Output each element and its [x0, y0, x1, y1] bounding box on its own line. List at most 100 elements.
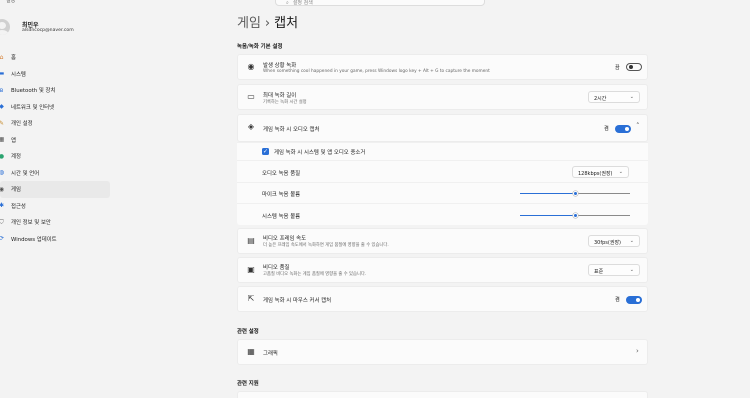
sidebar-item-apps[interactable]: ▦ 앱: [0, 132, 110, 149]
setting-title: 비디오 품질: [263, 265, 290, 271]
setting-title: 그래픽: [263, 351, 278, 357]
setting-frame-rate: ▤ 비디오 프레임 속도 더 높은 프레임 속도에서 녹화하면 게임 품질에 영…: [237, 228, 648, 254]
sidebar-item-privacy[interactable]: ⛉ 개인 정보 및 보안: [0, 214, 110, 231]
setting-title: 비디오 프레임 속도: [263, 236, 307, 242]
cursor-icon: ⇱: [247, 294, 255, 303]
frame-rate-select[interactable]: 30fps(권장) ⌄: [588, 235, 640, 247]
breadcrumb-separator: ›: [264, 16, 271, 31]
sidebar-item-label: 시스템: [11, 71, 26, 78]
sidebar-item-network[interactable]: ◆ 네트워크 및 인터넷: [0, 99, 110, 116]
gamepad-icon: ◉: [0, 185, 5, 193]
chevron-right-icon: ›: [636, 347, 639, 355]
select-value: 30fps(권장): [594, 240, 622, 246]
setting-desc: 더 높은 프레임 속도에서 녹화하면 게임 품질에 영향을 줄 수 있습니다.: [263, 243, 389, 248]
slider-thumb[interactable]: [572, 212, 578, 218]
sidebar-item-system[interactable]: ▬ 시스템: [0, 66, 110, 83]
breadcrumb-current: 캡처: [274, 16, 299, 31]
video-quality-select[interactable]: 표준 ⌄: [588, 264, 640, 276]
select-value: 128kbps(권장): [578, 171, 613, 177]
setting-audio-capture: ◈ 게임 녹화 시 오디오 캡처 켬 ˄: [237, 114, 648, 142]
apps-icon: ▦: [0, 136, 5, 144]
sidebar-item-time-language[interactable]: ◍ 시간 및 언어: [0, 165, 110, 182]
setting-desc: 기록하는 녹화 시간 설정: [263, 99, 307, 105]
mic-volume-slider[interactable]: [520, 189, 630, 197]
search-input[interactable]: ⌕ 설정 검색: [275, 0, 485, 6]
slider-fill: [520, 214, 575, 216]
page-title: 게임 › 캡처: [237, 12, 298, 31]
setting-title: 오디오 녹음 품질: [262, 171, 301, 177]
setting-title: 마이크 녹음 볼륨: [262, 192, 301, 198]
setting-title: 게임 녹화 시 마우스 커서 캡처: [263, 298, 332, 304]
video-quality-icon: ▣: [247, 265, 255, 274]
film-icon: ▤: [247, 236, 255, 245]
mouse-cursor-toggle[interactable]: [626, 295, 642, 304]
sidebar-item-label: 홈: [11, 55, 16, 62]
setting-audio-quality: 오디오 녹음 품질 128kbps(권장) ⌄: [237, 160, 648, 182]
sidebar-item-accessibility[interactable]: ✱ 접근성: [0, 198, 110, 215]
bluetooth-icon: ʙ: [0, 86, 4, 94]
setting-background-record: ◉ 발생 상황 녹화 When something cool happened …: [237, 54, 648, 80]
sidebar-item-home[interactable]: ⌂ 홈: [0, 49, 110, 66]
section-title-related-support: 관련 지원: [237, 381, 259, 387]
accessibility-icon: ✱: [0, 202, 5, 210]
section-title-related-settings: 관련 설정: [237, 329, 259, 335]
chevron-down-icon: ⌄: [629, 94, 634, 100]
brush-icon: ✎: [0, 119, 5, 127]
sidebar-item-accounts[interactable]: ● 계정: [0, 148, 110, 165]
setting-graphics-link[interactable]: ▦ 그래픽 ›: [237, 339, 648, 365]
search-icon: ⌕: [286, 0, 289, 6]
background-record-toggle[interactable]: [626, 63, 642, 71]
search-placeholder: 설정 검색: [292, 0, 313, 6]
setting-title: 시스템 녹음 볼륨: [262, 214, 301, 220]
select-value: 2시간: [594, 96, 607, 102]
wifi-icon: ◆: [0, 103, 4, 111]
sidebar-item-label: 네트워크 및 인터넷: [11, 104, 55, 111]
related-support-card[interactable]: [237, 391, 648, 398]
audio-quality-select[interactable]: 128kbps(권장) ⌄: [572, 166, 629, 178]
chevron-down-icon: ⌄: [618, 169, 623, 175]
setting-title: 발생 상황 녹화: [263, 63, 297, 69]
capture-system-audio-checkbox[interactable]: ✓: [262, 148, 269, 155]
monitor-icon: ▬: [0, 70, 5, 78]
sidebar-item-label: Windows 업데이트: [11, 236, 57, 243]
setting-desc: When something cool happened in your gam…: [263, 69, 490, 74]
select-value: 표준: [594, 269, 604, 275]
sidebar-nav: ⌂ 홈 ▬ 시스템 ʙ Bluetooth 및 장치 ◆ 네트워크 및 인터넷 ✎ 개인 …: [0, 49, 110, 247]
chevron-up-icon[interactable]: ˄: [636, 122, 640, 130]
sidebar-item-label: 시간 및 언어: [11, 170, 40, 177]
record-icon: ◉: [247, 62, 255, 71]
setting-mouse-cursor: ⇱ 게임 녹화 시 마우스 커서 캡처 켬: [237, 286, 648, 312]
profile-email: alsdncocp@naver.com: [22, 28, 74, 33]
sidebar-item-label: Bluetooth 및 장치: [11, 88, 56, 95]
breadcrumb-parent[interactable]: 게임: [237, 16, 261, 31]
home-icon: ⌂: [0, 53, 4, 61]
graphics-icon: ▦: [247, 347, 255, 356]
setting-video-quality: ▣ 비디오 품질 고품질 비디오 녹화는 게임 품질에 영향을 줄 수 있습니다…: [237, 257, 648, 283]
setting-desc: 고품질 비디오 녹화는 게임 품질에 영향을 줄 수 있습니다.: [263, 272, 367, 277]
audio-capture-toggle[interactable]: [615, 124, 631, 133]
max-length-select[interactable]: 2시간 ⌄: [588, 91, 640, 103]
avatar: [0, 19, 10, 35]
chevron-down-icon: ⌄: [629, 238, 634, 244]
sidebar-item-windows-update[interactable]: ⟳ Windows 업데이트: [0, 231, 110, 248]
sidebar-item-gaming[interactable]: ◉ 게임: [0, 181, 110, 198]
user-profile[interactable]: 최민우 alsdncocp@naver.com: [0, 19, 110, 37]
setting-title: 게임 녹화 시 오디오 캡처: [263, 127, 320, 133]
window-title: 설정: [6, 0, 16, 4]
sidebar-item-bluetooth[interactable]: ʙ Bluetooth 및 장치: [0, 82, 110, 99]
setting-capture-system-audio: ✓ 게임 녹화 시 시스템 및 앱 오디오 종소거: [237, 142, 648, 160]
sidebar-item-personalization[interactable]: ✎ 개인 설정: [0, 115, 110, 132]
sidebar-item-label: 개인 설정: [11, 121, 33, 128]
update-icon: ⟳: [0, 235, 5, 243]
system-volume-slider[interactable]: [520, 211, 630, 219]
setting-max-length: ▭ 최대 녹화 길이 기록하는 녹화 시간 설정 2시간 ⌄: [237, 84, 648, 110]
audio-wave-icon: ◈: [247, 122, 255, 131]
person-icon: ●: [0, 152, 5, 160]
globe-clock-icon: ◍: [0, 169, 5, 177]
video-camera-icon: ▭: [247, 92, 255, 101]
slider-thumb[interactable]: [572, 190, 578, 196]
chevron-down-icon: ⌄: [629, 267, 634, 273]
sidebar-item-label: 게임: [11, 187, 21, 194]
section-title-recording: 녹음/녹화 기본 설정: [237, 44, 283, 50]
slider-fill: [520, 192, 575, 194]
